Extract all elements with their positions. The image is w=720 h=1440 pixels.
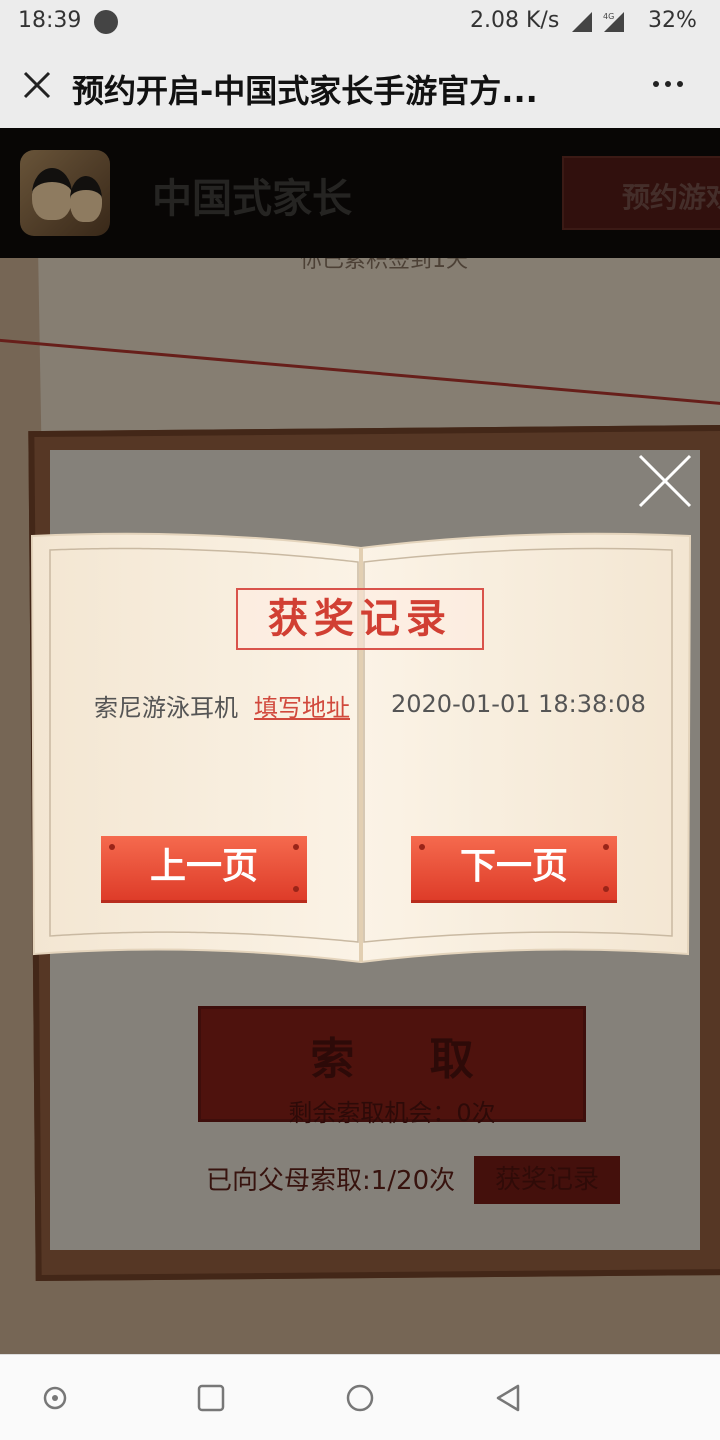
modal-heading-box: 获奖记录 [236, 588, 484, 650]
close-icon[interactable] [20, 68, 54, 102]
more-options-icon[interactable] [648, 74, 688, 94]
modal-heading: 获奖记录 [268, 596, 452, 642]
browser-title-bar: 预约开启-中国式家长手游官方... [0, 44, 720, 128]
prize-name: 索尼游泳耳机 [94, 694, 238, 722]
rivet-decoration [603, 844, 609, 850]
rivet-decoration [293, 844, 299, 850]
fill-address-link[interactable]: 填写地址 [254, 688, 350, 723]
prize-time: 2020-01-01 18:38:08 [391, 690, 646, 718]
prev-page-label: 上一页 [149, 846, 258, 887]
cellular-signal-icon: 4G [603, 12, 624, 32]
assistant-dot-icon[interactable] [38, 1381, 72, 1415]
network-speed: 2.08 K/s [470, 8, 560, 33]
wifi-signal-icon [572, 12, 592, 32]
page-title: 预约开启-中国式家长手游官方... [72, 72, 538, 110]
next-page-button[interactable]: 下一页 [411, 836, 617, 900]
rivet-decoration [419, 844, 425, 850]
network-type: 4G [603, 12, 614, 21]
modal-close-icon[interactable] [636, 452, 694, 510]
back-icon[interactable] [492, 1381, 526, 1415]
rivet-decoration [109, 844, 115, 850]
status-bar: 18:39 2.08 K/s 4G 32% [0, 0, 720, 44]
prev-page-button[interactable]: 上一页 [101, 836, 307, 900]
rivet-decoration [293, 886, 299, 892]
android-nav-bar [0, 1354, 720, 1440]
next-page-label: 下一页 [459, 846, 568, 887]
recent-apps-icon[interactable] [194, 1381, 228, 1415]
prize-record-modal: 获奖记录 索尼游泳耳机 填写地址 2020-01-01 18:38:08 上一页… [28, 522, 694, 966]
battery-level: 32% [648, 8, 697, 33]
notification-app-icon [94, 10, 118, 34]
home-icon[interactable] [343, 1381, 377, 1415]
status-time: 18:39 [18, 8, 82, 33]
rivet-decoration [603, 886, 609, 892]
